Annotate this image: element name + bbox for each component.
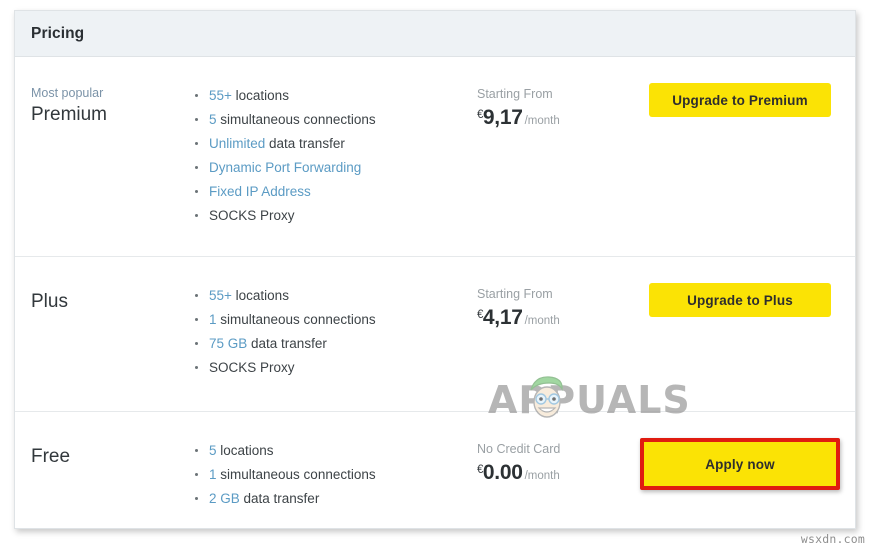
feature-highlight: 2 GB [209, 491, 240, 506]
feature-text: simultaneous connections [216, 467, 376, 482]
feature-item: SOCKS Proxy [195, 204, 477, 228]
feature-item: 2 GB data transfer [195, 487, 477, 511]
price-amount: 9,17 [482, 106, 523, 129]
price-amount: 0.00 [482, 461, 523, 484]
feature-highlight: 1 [209, 312, 217, 327]
feature-item: 1 simultaneous connections [195, 308, 477, 332]
price-period: /month [524, 470, 560, 482]
feature-text: data transfer [265, 136, 345, 151]
feature-list: 55+ locations 1 simultaneous connections 7… [195, 284, 477, 380]
price-line: €0.00/month [477, 459, 625, 487]
feature-highlight: Unlimited [209, 136, 266, 151]
feature-highlight: 55+ [209, 288, 232, 303]
feature-item: 55+ locations [195, 284, 477, 308]
plan-features-cell: 5 locations 1 simultaneous connections 2 G… [195, 412, 477, 511]
feature-highlight: 75 GB [209, 336, 248, 351]
feature-highlight: Fixed IP Address [209, 184, 311, 199]
feature-item: Dynamic Port Forwarding [195, 156, 477, 180]
plan-cta-button[interactable]: Apply now [649, 447, 831, 481]
page-title: Pricing [31, 24, 85, 42]
plan-cta-button[interactable]: Upgrade to Plus [649, 283, 831, 317]
plan-list: Most popular Premium 55+ locations 5 simult… [15, 57, 855, 529]
plan-price-cell: Starting From €4,17/month [477, 257, 625, 332]
most-popular-badge: Most popular [31, 86, 104, 100]
red-annotation-box: Apply now [640, 438, 840, 490]
feature-item: Fixed IP Address [195, 180, 477, 204]
feature-item: 1 simultaneous connections [195, 463, 477, 487]
pricing-card: Pricing Most popular Premium 55+ locations… [14, 10, 856, 529]
source-credit: wsxdn.com [800, 532, 865, 546]
plan-row: Free 5 locations 1 simultaneous connection… [15, 412, 855, 529]
feature-list: 5 locations 1 simultaneous connections 2 G… [195, 439, 477, 511]
feature-list: 55+ locations 5 simultaneous connections U… [195, 84, 477, 228]
feature-text: data transfer [247, 336, 327, 351]
feature-highlight: 1 [209, 467, 217, 482]
plan-features-cell: 55+ locations 5 simultaneous connections U… [195, 57, 477, 228]
feature-text: data transfer [239, 491, 320, 506]
plan-name-cell: Plus [15, 257, 195, 314]
feature-highlight: 55+ [209, 88, 232, 103]
plan-price-cell: Starting From €9,17/month [477, 57, 625, 132]
feature-text: SOCKS Proxy [209, 360, 295, 375]
plan-row: Plus 55+ locations 1 simultaneous connecti… [15, 257, 855, 412]
price-line: €9,17/month [477, 104, 625, 132]
feature-item: 5 simultaneous connections [195, 108, 477, 132]
plan-name: Plus [31, 291, 68, 312]
feature-item: 75 GB data transfer [195, 332, 477, 356]
plan-row: Most popular Premium 55+ locations 5 simult… [15, 57, 855, 257]
plan-name-cell: Most popular Premium [15, 57, 195, 127]
feature-item: SOCKS Proxy [195, 356, 477, 380]
feature-text: simultaneous connections [216, 312, 376, 327]
plan-cta-button[interactable]: Upgrade to Premium [649, 83, 831, 117]
price-caption: Starting From [477, 287, 553, 301]
plan-name-cell: Free [15, 412, 195, 469]
plan-action-cell: Upgrade to Premium [625, 57, 855, 117]
feature-text: SOCKS Proxy [209, 208, 295, 223]
feature-text: locations [231, 88, 289, 103]
feature-highlight: 5 [209, 443, 217, 458]
price-caption: No Credit Card [477, 442, 561, 456]
plan-action-cell: Upgrade to Plus [625, 257, 855, 317]
feature-text: simultaneous connections [216, 112, 376, 127]
feature-text: locations [216, 443, 274, 458]
price-period: /month [524, 315, 560, 327]
feature-highlight: 5 [209, 112, 217, 127]
plan-action-cell: Apply now [625, 412, 855, 490]
price-caption: Starting From [477, 87, 553, 101]
price-line: €4,17/month [477, 304, 625, 332]
plan-name: Free [31, 446, 71, 467]
feature-text: locations [231, 288, 289, 303]
price-amount: 4,17 [482, 306, 523, 329]
card-header: Pricing [15, 11, 855, 57]
price-period: /month [524, 115, 560, 127]
plan-name: Premium [31, 104, 108, 125]
feature-item: 5 locations [195, 439, 477, 463]
feature-highlight: Dynamic Port Forwarding [209, 160, 362, 175]
feature-item: 55+ locations [195, 84, 477, 108]
feature-item: Unlimited data transfer [195, 132, 477, 156]
plan-price-cell: No Credit Card €0.00/month [477, 412, 625, 487]
plan-features-cell: 55+ locations 1 simultaneous connections 7… [195, 257, 477, 380]
